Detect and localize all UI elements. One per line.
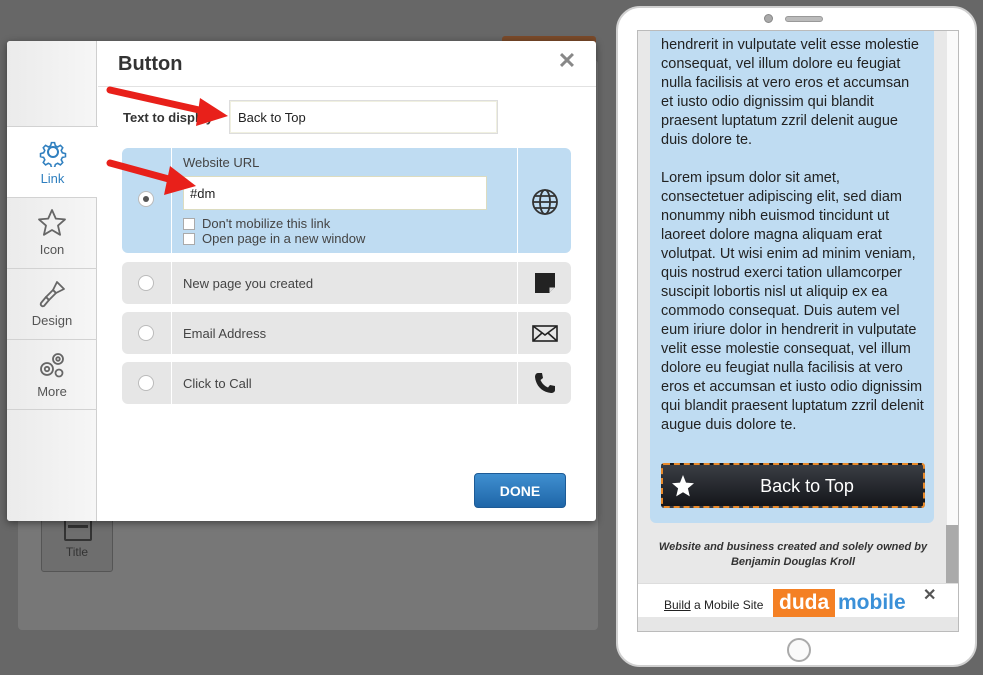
- phone-screen[interactable]: hendrerit in vulputate velit esse molest…: [637, 30, 959, 632]
- tab-design-label: Design: [31, 313, 73, 328]
- preview-paragraph: Lorem ipsum dolor sit amet, consectetuer…: [661, 170, 924, 433]
- star-icon: [38, 209, 66, 236]
- title-widget-label: Title: [65, 545, 89, 559]
- tab-link[interactable]: Link: [7, 126, 98, 197]
- back-to-top-button[interactable]: Back to Top: [661, 463, 925, 508]
- annotation-arrow-icon: [106, 86, 228, 126]
- new-page-icon-column: [517, 262, 571, 304]
- option-click-to-call[interactable]: Click to Call: [122, 362, 571, 404]
- scrollbar-track[interactable]: [947, 31, 958, 525]
- new-window-label: Open page in a new window: [202, 231, 366, 246]
- promo-bottom-stripe: [638, 617, 958, 631]
- build-link-text[interactable]: Build: [664, 598, 691, 612]
- tab-more[interactable]: More: [7, 339, 97, 410]
- done-button[interactable]: DONE: [474, 473, 566, 508]
- annotation-arrow-icon: [106, 159, 196, 195]
- build-mobile-site-link[interactable]: Build a Mobile Site: [664, 598, 763, 612]
- website-url-icon-column: [517, 148, 571, 253]
- option-email[interactable]: Email Address: [122, 312, 571, 354]
- call-icon-column: [517, 362, 571, 404]
- duda-logo[interactable]: duda: [773, 589, 836, 617]
- tab-link-label: Link: [40, 171, 65, 186]
- radio-column: [122, 262, 172, 304]
- close-icon[interactable]: ✕: [923, 585, 936, 605]
- phone-camera: [764, 14, 773, 23]
- radio-column: [122, 312, 172, 354]
- phone-home-button[interactable]: [787, 638, 811, 662]
- email-label: Email Address: [183, 326, 267, 341]
- email-radio[interactable]: [138, 325, 154, 341]
- tab-icon-label: Icon: [39, 242, 65, 257]
- new-page-radio[interactable]: [138, 275, 154, 291]
- build-rest-text: a Mobile Site: [690, 598, 764, 612]
- phone-speaker: [785, 16, 823, 22]
- gear-icon: [39, 141, 66, 167]
- phone-icon: [535, 373, 555, 393]
- gears-icon: [40, 353, 64, 378]
- close-icon[interactable]: ✕: [557, 50, 577, 72]
- text-to-display-input[interactable]: [229, 100, 498, 134]
- preview-paragraph: hendrerit in vulputate velit esse molest…: [661, 37, 919, 148]
- no-mobilize-checkbox-row[interactable]: Don't mobilize this link: [183, 216, 330, 231]
- radio-column: [122, 362, 172, 404]
- page-icon: [535, 273, 555, 293]
- email-icon-column: [517, 312, 571, 354]
- paintbrush-icon: [39, 281, 65, 308]
- globe-icon: [532, 189, 558, 215]
- duda-promo-bar: Build a Mobile Site duda mobile ✕: [638, 583, 958, 631]
- envelope-icon: [532, 325, 558, 342]
- call-radio[interactable]: [138, 375, 154, 391]
- dialog-sidebar: Link Icon Design More: [7, 41, 98, 521]
- new-window-checkbox-row[interactable]: Open page in a new window: [183, 231, 365, 246]
- call-label: Click to Call: [183, 376, 252, 391]
- no-mobilize-checkbox[interactable]: [183, 218, 195, 230]
- tab-more-label: More: [37, 384, 67, 399]
- text-content-block: hendrerit in vulputate velit esse molest…: [650, 31, 934, 523]
- no-mobilize-label: Don't mobilize this link: [202, 216, 331, 231]
- new-page-label: New page you created: [183, 276, 314, 291]
- site-footer-text: Website and business created and solely …: [658, 541, 928, 568]
- button-settings-dialog: Link Icon Design More Button ✕ Text to d…: [7, 41, 596, 521]
- new-window-checkbox[interactable]: [183, 233, 195, 245]
- option-new-page[interactable]: New page you created: [122, 262, 571, 304]
- back-to-top-label: Back to Top: [760, 476, 854, 496]
- mobile-phone-preview: hendrerit in vulputate velit esse molest…: [616, 6, 977, 667]
- mobile-logo[interactable]: mobile: [838, 589, 906, 617]
- dialog-title: Button: [118, 53, 183, 75]
- tab-design[interactable]: Design: [7, 268, 97, 339]
- tab-icon[interactable]: Icon: [7, 197, 97, 268]
- website-url-input[interactable]: [183, 176, 487, 210]
